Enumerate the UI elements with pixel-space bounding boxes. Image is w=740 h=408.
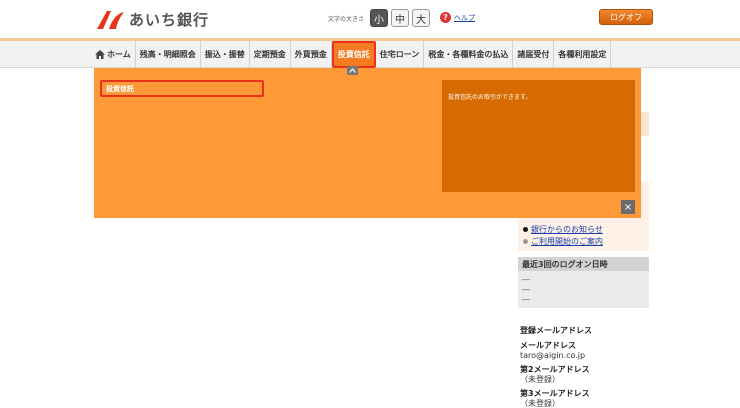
submenu-description: 投資信託のお取引ができます。	[442, 80, 635, 192]
login-history-entry: ―	[522, 285, 530, 294]
nav-items: ホーム 残高・明細照会 振込・振替 定期預金 外貨預金 投資信託 住宅ローン 税…	[93, 41, 612, 68]
help-label: ヘルプ	[454, 13, 475, 22]
home-icon	[95, 50, 105, 59]
email2-label: 第2メールアドレス	[520, 365, 590, 374]
registered-email: 登録メールアドレス メールアドレス taro@aigin.co.jp 第2メール…	[520, 325, 650, 408]
nav-item-foreign-deposit[interactable]: 外貨預金	[291, 41, 332, 68]
email2-value: （未登録）	[520, 375, 560, 384]
help-link[interactable]: ? ヘルプ	[440, 12, 475, 23]
email-value: taro@aigin.co.jp	[520, 351, 586, 360]
font-size-label: 文字の大きさ	[328, 15, 365, 23]
bullet-icon	[523, 239, 528, 244]
nav-item-tax-payment[interactable]: 税金・各種料金の払込	[424, 41, 514, 68]
nav-item-transfer[interactable]: 振込・振替	[201, 41, 250, 68]
email3-label: 第3メールアドレス	[520, 389, 590, 398]
nav-item-notifications[interactable]: 諸届受付	[513, 41, 555, 68]
nav-item-settings[interactable]: 各種利用設定	[554, 41, 612, 68]
nav-item-balance[interactable]: 残高・明細照会	[136, 41, 201, 68]
dropdown-toggle[interactable]	[347, 66, 358, 75]
notice-link-label: ご利用開始のご案内	[531, 237, 603, 246]
font-size-large-button[interactable]: 大	[412, 9, 431, 27]
notice-link-start-guide[interactable]: ご利用開始のご案内	[523, 236, 603, 247]
font-size-medium-button[interactable]: 中	[391, 9, 410, 27]
logout-button[interactable]: ログオフ	[599, 9, 653, 25]
font-size-small-button[interactable]: 小	[370, 9, 389, 27]
notice-link-label: 銀行からのお知らせ	[531, 225, 603, 234]
close-icon: ×	[623, 201, 633, 213]
notice-link-bank-news[interactable]: 銀行からのお知らせ	[523, 224, 603, 235]
submenu-investment-trust[interactable]: 投資信託	[100, 80, 264, 97]
nav-item-time-deposit[interactable]: 定期預金	[250, 41, 291, 68]
email-label: メールアドレス	[520, 341, 576, 350]
bank-name: あいち銀行	[129, 10, 210, 29]
header: あいち銀行 文字の大きさ 小 中 大 ? ヘルプ ログオフ	[0, 0, 740, 38]
chevron-up-icon	[349, 68, 356, 73]
font-size-control: 文字の大きさ 小 中 大	[328, 9, 431, 27]
nav-item-home[interactable]: ホーム	[93, 41, 136, 68]
bullet-icon	[523, 227, 528, 232]
login-history-title: 最近3回のログオン日時	[518, 257, 649, 271]
email3-value: （未登録）	[520, 399, 560, 408]
global-nav: ホーム 残高・明細照会 振込・振替 定期預金 外貨預金 投資信託 住宅ローン 税…	[0, 41, 740, 68]
login-history-entry: ―	[522, 295, 530, 304]
login-history: 最近3回のログオン日時 ― ― ―	[518, 257, 649, 308]
submenu-description-text: 投資信託のお取引ができます。	[448, 94, 532, 101]
registered-email-title: 登録メールアドレス	[520, 326, 592, 335]
login-history-entry: ―	[522, 275, 530, 284]
nav-item-investment-trust[interactable]: 投資信託	[331, 41, 376, 68]
help-icon: ?	[440, 12, 451, 23]
bank-logo-icon	[97, 11, 124, 29]
nav-item-label: ホーム	[107, 50, 131, 59]
nav-item-home-loan[interactable]: 住宅ローン	[376, 41, 425, 68]
bank-logo[interactable]: あいち銀行	[95, 7, 209, 31]
dropdown-close-button[interactable]: ×	[621, 200, 635, 214]
